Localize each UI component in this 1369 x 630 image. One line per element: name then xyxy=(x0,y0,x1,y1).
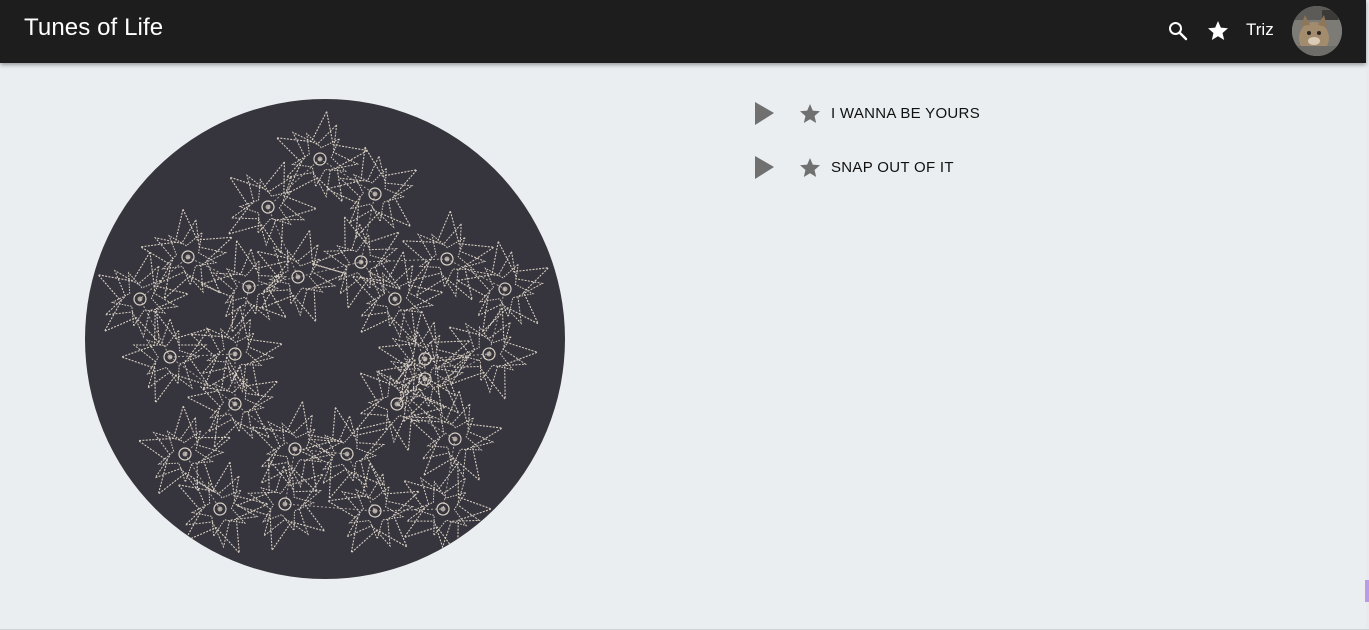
avatar[interactable] xyxy=(1292,6,1342,56)
app-title[interactable]: Tunes of Life xyxy=(24,14,163,42)
play-button[interactable] xyxy=(748,150,780,184)
song-title[interactable]: I WANNA BE YOURS xyxy=(831,105,980,122)
favorite-button[interactable] xyxy=(798,156,822,180)
album-art-pattern xyxy=(85,99,565,579)
album-art-disc xyxy=(85,99,565,579)
search-button[interactable] xyxy=(1166,19,1190,43)
play-icon xyxy=(755,156,774,179)
song-row[interactable]: SNAP OUT OF IT xyxy=(748,150,1308,204)
scrollbar-thumb[interactable] xyxy=(1365,580,1369,602)
song-list: I WANNA BE YOURS SNAP OUT OF IT xyxy=(748,96,1308,204)
song-title[interactable]: SNAP OUT OF IT xyxy=(831,159,954,176)
play-button[interactable] xyxy=(748,96,780,130)
star-icon xyxy=(1208,21,1228,40)
favorite-button[interactable] xyxy=(798,102,822,126)
user-name[interactable]: Triz xyxy=(1246,20,1274,40)
star-icon xyxy=(800,158,820,177)
app-bar: Tunes of Life Triz xyxy=(0,0,1366,63)
favorites-button[interactable] xyxy=(1206,19,1230,43)
play-icon xyxy=(755,102,774,125)
user-avatar-image xyxy=(1292,6,1342,56)
star-icon xyxy=(800,104,820,123)
search-icon xyxy=(1169,22,1188,41)
song-row[interactable]: I WANNA BE YOURS xyxy=(748,96,1308,150)
